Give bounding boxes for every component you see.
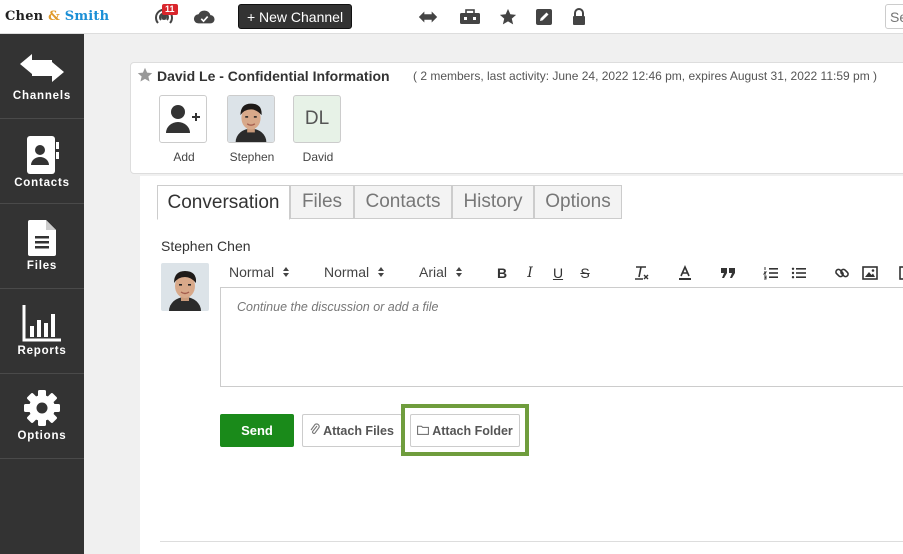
member-label-david: David [302, 150, 334, 164]
transfer-icon[interactable] [417, 7, 439, 27]
message-input[interactable] [237, 300, 877, 314]
tab-options[interactable]: Options [534, 185, 622, 219]
bar-chart-icon [22, 303, 62, 343]
bold-icon[interactable]: B [493, 264, 511, 282]
avatar-photo-icon [228, 96, 274, 142]
add-user-icon [166, 105, 200, 133]
font-select[interactable]: Arial [419, 264, 463, 281]
select-caret-icon [377, 265, 385, 281]
italic-icon[interactable]: I [521, 264, 539, 282]
bullet-list-icon[interactable] [790, 264, 808, 282]
logo-text-chen: Chen [5, 9, 44, 24]
author-avatar [161, 263, 209, 311]
image-icon[interactable] [861, 264, 879, 282]
tab-conversation[interactable]: Conversation [157, 185, 290, 220]
sidebar-item-files[interactable]: Files [0, 204, 84, 289]
sidebar-item-label: Files [26, 260, 58, 272]
sidebar-item-reports[interactable]: Reports [0, 289, 84, 374]
channel-meta: ( 2 members, last activity: June 24, 202… [413, 69, 878, 83]
message-editor[interactable] [220, 287, 903, 387]
sidebar: Channels Contacts Files Reports Options [0, 34, 84, 554]
sidebar-item-label: Reports [17, 345, 67, 357]
ordered-list-icon[interactable] [762, 264, 780, 282]
editor-toolbar: Normal Normal Arial B I U S [220, 262, 903, 286]
file-icon [27, 218, 57, 258]
select-caret-icon [282, 265, 290, 281]
favorite-star-icon[interactable] [137, 67, 153, 88]
font-select-value: Arial [419, 264, 448, 280]
app-logo[interactable]: Chen & Smith [5, 9, 109, 24]
gear-icon [23, 388, 61, 428]
edit-icon[interactable] [533, 7, 555, 27]
lock-icon[interactable] [568, 7, 590, 27]
attach-files-label: Attach Files [323, 423, 394, 438]
channel-title: David Le - Confidential Information [157, 68, 390, 84]
underline-icon[interactable]: U [549, 264, 567, 282]
avatar-photo-icon [161, 263, 209, 311]
tab-history[interactable]: History [452, 185, 534, 219]
author-name: Stephen Chen [161, 238, 251, 254]
sidebar-item-contacts[interactable]: Contacts [0, 119, 84, 204]
strikethrough-icon[interactable]: S [576, 264, 594, 282]
member-avatar-stephen[interactable] [227, 95, 275, 143]
logo-text-smith: Smith [64, 9, 110, 24]
toolbox-icon[interactable] [459, 7, 481, 27]
sidebar-item-options[interactable]: Options [0, 374, 84, 459]
sidebar-item-channels[interactable]: Channels [0, 34, 84, 119]
clear-format-icon[interactable] [633, 264, 651, 282]
notification-badge: 11 [162, 4, 178, 15]
attach-folder-button[interactable]: Attach Folder [410, 414, 520, 447]
paperclip-icon [310, 423, 320, 438]
search-input[interactable] [885, 4, 903, 29]
video-icon[interactable] [898, 264, 903, 282]
blockquote-icon[interactable] [719, 264, 737, 282]
top-bar: Chen & Smith 11 + New Channel [0, 0, 903, 34]
sidebar-item-label: Options [17, 430, 67, 442]
text-color-icon[interactable] [676, 264, 694, 282]
sidebar-item-label: Channels [12, 90, 72, 102]
size-select-value: Normal [324, 264, 370, 280]
add-member-button[interactable] [159, 95, 207, 143]
size-select[interactable]: Normal [324, 264, 385, 281]
cloud-sync-icon[interactable] [193, 7, 215, 27]
tab-files[interactable]: Files [290, 185, 354, 219]
link-icon[interactable] [833, 264, 851, 282]
tab-contacts[interactable]: Contacts [354, 185, 452, 219]
heading-select-value: Normal [229, 264, 275, 280]
contacts-icon [24, 135, 60, 175]
star-icon[interactable] [497, 7, 519, 27]
logo-ampersand: & [48, 9, 60, 24]
channels-icon [18, 48, 66, 88]
folder-icon [417, 424, 430, 438]
heading-select[interactable]: Normal [229, 264, 290, 281]
content-divider [160, 541, 903, 542]
attach-folder-label: Attach Folder [432, 423, 513, 438]
member-label-stephen: Stephen [229, 150, 275, 164]
new-channel-button[interactable]: + New Channel [238, 4, 352, 29]
send-button[interactable]: Send [220, 414, 294, 447]
select-caret-icon [455, 265, 463, 281]
member-avatar-david[interactable]: DL [293, 95, 341, 143]
sidebar-item-label: Contacts [14, 177, 70, 189]
member-label-add: Add [173, 150, 195, 164]
attach-files-button[interactable]: Attach Files [302, 414, 402, 447]
